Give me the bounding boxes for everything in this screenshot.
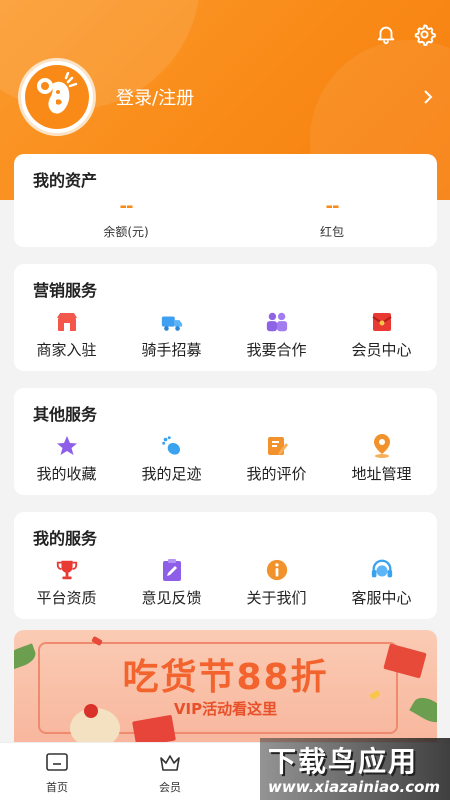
star-icon	[55, 434, 79, 458]
feedback-label: 意见反馈	[141, 589, 202, 607]
edit-note-icon	[265, 434, 289, 458]
qualification-label: 平台资质	[36, 589, 97, 607]
assets-card: 我的资产 -- 余额(元) -- 红包	[14, 154, 437, 247]
banner-title: 吃货节88折	[122, 657, 329, 698]
shop-icon	[55, 310, 79, 334]
red-envelope-icon	[370, 310, 394, 334]
cherry-decoration	[84, 704, 98, 718]
marketing-title: 营销服务	[33, 281, 98, 300]
red-packet-label: 红包	[319, 225, 344, 239]
login-register-link[interactable]: 登录/注册	[116, 84, 418, 110]
red-packet-item[interactable]: -- 红包	[262, 198, 402, 240]
chevron-right-icon[interactable]	[418, 87, 438, 107]
about-us-label: 关于我们	[246, 589, 307, 607]
tab-home-label: 首页	[46, 781, 68, 794]
reviews-item[interactable]: 我的评价	[224, 434, 329, 484]
favorites-label: 我的收藏	[36, 465, 97, 483]
balance-item[interactable]: -- 余额(元)	[56, 198, 196, 240]
tab-home[interactable]: 首页	[27, 751, 87, 795]
footprint-label: 我的足迹	[141, 465, 202, 483]
location-pin-icon	[370, 434, 394, 458]
balance-value: --	[119, 196, 134, 217]
reviews-label: 我的评价	[246, 465, 307, 483]
gear-icon[interactable]	[412, 22, 436, 46]
address-manage-label: 地址管理	[351, 465, 412, 483]
home-icon	[45, 751, 69, 773]
delivery-truck-icon	[160, 310, 184, 334]
my-services-title: 我的服务	[33, 529, 98, 548]
avatar[interactable]	[18, 58, 96, 136]
watermark-url: www.xiazainiao.com	[268, 778, 441, 796]
info-icon	[265, 558, 289, 582]
tab-member[interactable]: 会员	[140, 751, 200, 795]
footprint-icon	[160, 434, 184, 458]
koala-logo-icon	[25, 65, 89, 129]
login-entry[interactable]: 登录/注册	[18, 58, 438, 136]
trophy-icon	[55, 558, 79, 582]
other-title: 其他服务	[33, 405, 98, 424]
merchant-join-label: 商家入驻	[36, 341, 97, 359]
headset-icon	[370, 558, 394, 582]
marketing-services-card: 营销服务 商家入驻 骑手招募 我要合作 会员中心	[14, 264, 437, 371]
assets-title: 我的资产	[33, 171, 98, 190]
balance-label: 余额(元)	[103, 225, 149, 239]
rider-recruit-label: 骑手招募	[141, 341, 202, 359]
member-center-label: 会员中心	[351, 341, 412, 359]
customer-service-item[interactable]: 客服中心	[329, 558, 434, 608]
customer-service-label: 客服中心	[351, 589, 412, 607]
cooperation-item[interactable]: 我要合作	[224, 310, 329, 360]
crown-icon	[158, 751, 182, 773]
other-services-card: 其他服务 我的收藏 我的足迹 我的评价 地址管理	[14, 388, 437, 495]
watermark-title: 下载鸟应用	[268, 745, 419, 778]
about-us-item[interactable]: 关于我们	[224, 558, 329, 608]
watermark-logo: 下载鸟应用 www.xiazainiao.com	[260, 738, 450, 800]
tab-member-label: 会员	[159, 781, 181, 794]
merchant-join-item[interactable]: 商家入驻	[14, 310, 119, 360]
member-center-item[interactable]: 会员中心	[329, 310, 434, 360]
my-services-card: 我的服务 平台资质 意见反馈 关于我们 客服中心	[14, 512, 437, 619]
feedback-icon	[160, 558, 184, 582]
header-actions	[374, 22, 436, 46]
partners-icon	[265, 310, 289, 334]
favorites-item[interactable]: 我的收藏	[14, 434, 119, 484]
qualification-item[interactable]: 平台资质	[14, 558, 119, 608]
bell-icon[interactable]	[374, 22, 398, 46]
address-manage-item[interactable]: 地址管理	[329, 434, 434, 484]
promo-banner[interactable]: 吃货节88折 VIP活动看这里	[14, 630, 437, 742]
footprint-item[interactable]: 我的足迹	[119, 434, 224, 484]
red-packet-value: --	[325, 196, 340, 217]
feedback-item[interactable]: 意见反馈	[119, 558, 224, 608]
rider-recruit-item[interactable]: 骑手招募	[119, 310, 224, 360]
cooperation-label: 我要合作	[246, 341, 307, 359]
